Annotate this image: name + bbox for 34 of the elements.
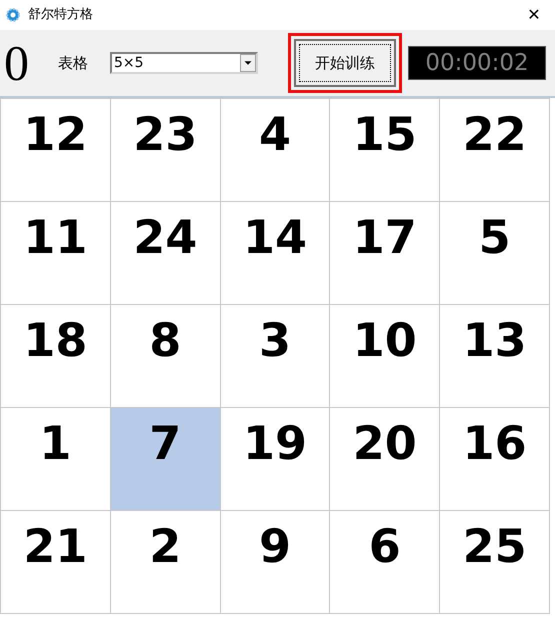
number-cell[interactable]: 8 — [110, 304, 220, 407]
number-cell[interactable]: 10 — [329, 304, 440, 407]
number-cell[interactable]: 18 — [0, 304, 110, 407]
table-label: 表格 — [58, 52, 88, 74]
number-cell[interactable]: 1 — [0, 407, 110, 510]
number-cell[interactable]: 5 — [439, 201, 549, 304]
number-cell[interactable]: 22 — [439, 98, 549, 201]
number-cell[interactable]: 23 — [110, 98, 220, 201]
number-cell[interactable]: 19 — [220, 407, 330, 510]
number-cell[interactable]: 14 — [220, 201, 330, 304]
timer-display: 00:00:02 — [408, 46, 546, 80]
score: 0 — [4, 38, 30, 88]
start-training-button[interactable]: 开始训练 — [294, 39, 396, 87]
close-button[interactable]: ✕ — [519, 2, 549, 28]
window-title: 舒尔特方格 — [28, 6, 93, 24]
table-size-dropdown[interactable]: 5×5 — [110, 52, 258, 74]
number-cell[interactable]: 9 — [220, 510, 330, 613]
gear-icon — [6, 8, 20, 22]
number-cell[interactable]: 2 — [110, 510, 220, 613]
number-cell[interactable]: 11 — [0, 201, 110, 304]
number-cell[interactable]: 24 — [110, 201, 220, 304]
number-cell[interactable]: 3 — [220, 304, 330, 407]
number-cell[interactable]: 20 — [329, 407, 440, 510]
number-cell[interactable]: 16 — [439, 407, 549, 510]
number-cell[interactable]: 7 — [110, 407, 220, 510]
number-cell[interactable]: 25 — [439, 510, 549, 613]
number-cell[interactable]: 15 — [329, 98, 440, 201]
number-cell[interactable]: 4 — [220, 98, 330, 201]
number-cell[interactable]: 21 — [0, 510, 110, 613]
number-cell[interactable]: 6 — [329, 510, 440, 613]
number-cell[interactable]: 13 — [439, 304, 549, 407]
number-cell[interactable]: 12 — [0, 98, 110, 201]
caret-icon — [240, 54, 256, 72]
number-cell[interactable]: 17 — [329, 201, 440, 304]
